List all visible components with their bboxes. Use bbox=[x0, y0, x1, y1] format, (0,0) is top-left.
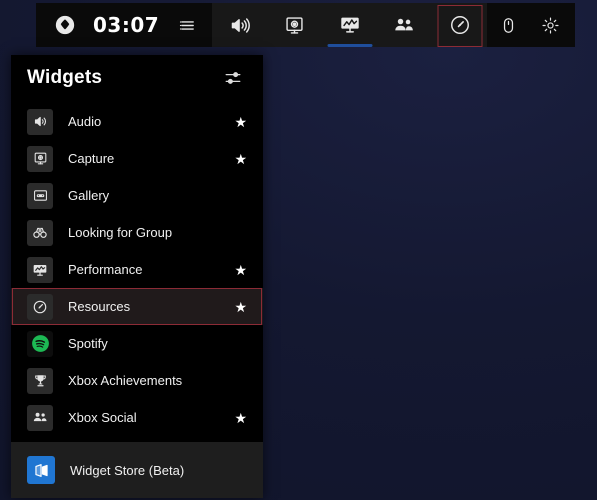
tab-audio[interactable] bbox=[212, 3, 267, 47]
favorite-star-icon[interactable]: ★ bbox=[234, 411, 247, 425]
xbox-logo-icon[interactable] bbox=[50, 10, 80, 40]
clock: 03:07 bbox=[93, 13, 160, 37]
favorite-star-icon[interactable]: ★ bbox=[234, 300, 247, 314]
capture-camera-icon bbox=[27, 145, 53, 172]
widget-item-label: Gallery bbox=[68, 188, 110, 203]
game-bar-tabs bbox=[212, 3, 488, 47]
spotify-icon bbox=[27, 330, 53, 357]
performance-monitor-icon bbox=[27, 256, 53, 283]
people-icon bbox=[390, 10, 420, 40]
page-title: Widgets bbox=[27, 67, 103, 88]
widget-item-capture[interactable]: Capture ★ bbox=[11, 140, 263, 177]
gauge-icon bbox=[445, 10, 475, 40]
gauge-icon bbox=[27, 293, 53, 320]
tab-active-indicator bbox=[327, 44, 373, 47]
speaker-icon bbox=[225, 10, 255, 40]
widget-item-audio[interactable]: Audio ★ bbox=[11, 103, 263, 140]
widgets-panel-footer: Widget Store (Beta) bbox=[11, 442, 263, 498]
widgets-panel-header: Widgets bbox=[11, 55, 263, 101]
favorite-star-icon[interactable]: ★ bbox=[234, 152, 247, 166]
speaker-icon bbox=[27, 108, 53, 135]
favorite-star-icon[interactable]: ★ bbox=[234, 263, 247, 277]
tab-capture[interactable] bbox=[267, 3, 322, 47]
binoculars-icon bbox=[27, 219, 53, 246]
xbox-game-bar: 03:07 bbox=[36, 3, 576, 47]
widget-item-label: Xbox Social bbox=[68, 410, 137, 425]
widget-item-label: Spotify bbox=[68, 336, 108, 351]
widget-item-performance[interactable]: Performance ★ bbox=[11, 251, 263, 288]
list-menu-icon[interactable] bbox=[172, 10, 202, 40]
widget-item-label: Performance bbox=[68, 262, 143, 277]
widgets-panel: Widgets Audio ★ Capture ★ Gallery Lookin… bbox=[11, 55, 263, 498]
widget-item-looking-for-group[interactable]: Looking for Group ★ bbox=[11, 214, 263, 251]
widget-list: Audio ★ Capture ★ Gallery Looking for Gr… bbox=[11, 101, 263, 442]
tab-social[interactable] bbox=[377, 3, 432, 47]
people-icon bbox=[27, 404, 53, 431]
widget-item-spotify[interactable]: Spotify ★ bbox=[11, 325, 263, 362]
widget-store-label: Widget Store (Beta) bbox=[70, 462, 185, 478]
gallery-image-icon bbox=[27, 182, 53, 209]
widget-item-label: Audio bbox=[68, 114, 102, 129]
game-bar-right-segment bbox=[487, 3, 576, 47]
trophy-icon bbox=[27, 367, 53, 394]
widget-item-label: Xbox Achievements bbox=[68, 373, 183, 388]
widget-item-xbox-achievements[interactable]: Xbox Achievements ★ bbox=[11, 362, 263, 399]
tab-resources[interactable] bbox=[432, 3, 487, 47]
widget-item-gallery[interactable]: Gallery ★ bbox=[11, 177, 263, 214]
sliders-filter-icon[interactable] bbox=[221, 66, 245, 90]
game-bar-left-segment: 03:07 bbox=[36, 3, 213, 47]
tab-performance[interactable] bbox=[322, 3, 377, 47]
microsoft-store-icon bbox=[27, 456, 55, 484]
performance-monitor-icon bbox=[335, 10, 365, 40]
widget-item-resources[interactable]: Resources ★ bbox=[11, 288, 263, 325]
capture-camera-icon bbox=[280, 10, 310, 40]
widget-item-label: Resources bbox=[68, 299, 131, 314]
gear-icon[interactable] bbox=[535, 10, 565, 40]
widget-item-label: Looking for Group bbox=[68, 225, 173, 240]
widget-item-xbox-social[interactable]: Xbox Social ★ bbox=[11, 399, 263, 436]
mouse-icon[interactable] bbox=[493, 10, 523, 40]
widget-item-label: Capture bbox=[68, 151, 115, 166]
widget-store-button[interactable]: Widget Store (Beta) bbox=[11, 442, 263, 498]
favorite-star-icon[interactable]: ★ bbox=[234, 115, 247, 129]
